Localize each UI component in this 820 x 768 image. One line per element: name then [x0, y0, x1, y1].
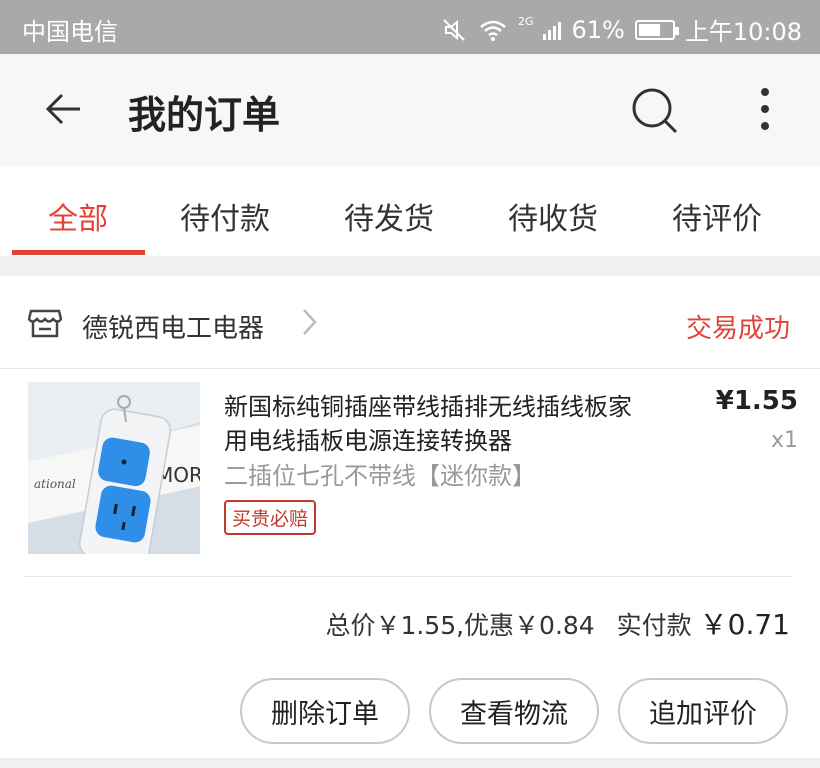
- active-tab-indicator: [12, 250, 145, 255]
- paid-value: ￥0.71: [699, 608, 790, 641]
- store-row[interactable]: 德锐西电工电器 交易成功: [0, 276, 820, 369]
- network-type: 2G: [517, 15, 534, 28]
- tab-pending-shipment[interactable]: 待发货: [344, 194, 434, 238]
- app-header: 我的订单: [0, 54, 820, 166]
- product-title[interactable]: 新国标纯铜插座带线插排无线插线板家用电线插板电源连接转换器: [224, 390, 644, 458]
- divider: [24, 576, 792, 577]
- signal-icon: [543, 20, 562, 40]
- product-image[interactable]: ational MOR: [28, 382, 200, 554]
- store-icon: [28, 309, 62, 338]
- store-name[interactable]: 德锐西电工电器: [82, 308, 264, 345]
- search-icon[interactable]: [628, 84, 682, 138]
- wifi-icon: [480, 20, 506, 41]
- product-spec: 二插位七孔不带线【迷你款】: [224, 462, 536, 490]
- tab-all[interactable]: 全部: [48, 194, 108, 238]
- order-status: 交易成功: [685, 314, 790, 344]
- chevron-right-icon: [303, 309, 317, 335]
- product-quantity: x1: [770, 428, 798, 453]
- bottom-gap: [0, 758, 820, 768]
- delete-order-button[interactable]: 删除订单: [240, 678, 410, 744]
- clock: 上午10:08: [684, 18, 802, 46]
- page-title: 我的订单: [128, 93, 281, 137]
- paid-label: 实付款: [616, 611, 692, 640]
- status-bar: 中国电信 2G 61% 上午10:08: [0, 0, 820, 54]
- section-gap: [0, 256, 820, 276]
- order-tabs: 全部 待付款 待发货 待收货 待评价: [0, 166, 820, 256]
- view-logistics-button[interactable]: 查看物流: [429, 678, 599, 744]
- tab-pending-review[interactable]: 待评价: [672, 194, 762, 238]
- total-and-discount: 总价￥1.55,优惠￥0.84: [325, 611, 595, 640]
- tab-pending-payment[interactable]: 待付款: [180, 194, 270, 238]
- battery-icon: [634, 19, 679, 40]
- svg-text:ational: ational: [34, 477, 76, 491]
- battery-percent: 61%: [571, 15, 625, 44]
- back-arrow-icon[interactable]: [36, 82, 90, 136]
- product-item[interactable]: ational MOR 新国标纯铜插座带线插排无线插线板家用电线插板电源连接转换…: [0, 368, 820, 576]
- mute-icon: [443, 18, 465, 41]
- status-icons: 2G 61% 上午10:08: [442, 12, 802, 47]
- carrier-name: 中国电信: [22, 18, 118, 46]
- add-review-button[interactable]: 追加评价: [618, 678, 788, 744]
- product-price: ¥1.55: [715, 386, 798, 416]
- order-summary: 总价￥1.55,优惠￥0.84 实付款 ￥0.71: [325, 603, 790, 643]
- more-vertical-icon[interactable]: [752, 84, 778, 138]
- price-guarantee-badge: 买贵必赔: [224, 500, 317, 535]
- tab-pending-receipt[interactable]: 待收货: [508, 194, 598, 238]
